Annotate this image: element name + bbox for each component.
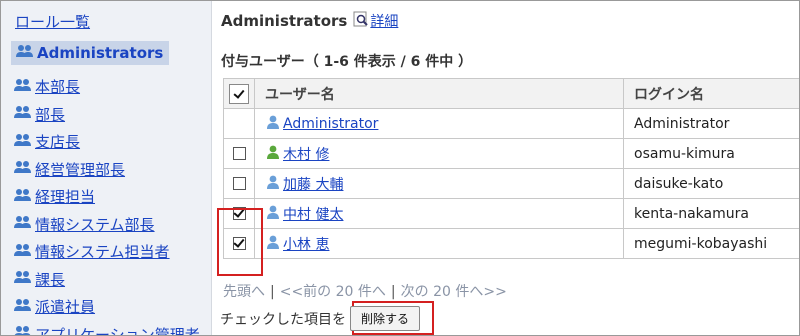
user-name-cell: Administrator: [254, 108, 624, 139]
pager-prev[interactable]: <<前の 20 件へ: [280, 284, 386, 300]
login-name-cell: daisuke-kato: [623, 168, 799, 199]
page-title: Administrators: [221, 12, 348, 30]
sidebar-item-label: アプリケーション管理者: [35, 325, 200, 336]
user-link[interactable]: 木村 修: [265, 144, 623, 164]
sidebar-item-label: 情報システム部長: [35, 215, 155, 234]
bulk-action-label: チェックした項目を: [220, 311, 346, 328]
user-icon: [265, 174, 281, 194]
user-name-cell: 木村 修: [254, 138, 624, 169]
sidebar-item-label: 情報システム担当者: [35, 243, 170, 262]
login-name-cell: megumi-kobayashi: [623, 228, 799, 259]
sidebar-item-label: 課長: [35, 270, 66, 289]
sidebar-item-label: 経理担当: [35, 188, 96, 207]
column-user-name: ユーザー名: [254, 78, 624, 109]
select-all-checkbox[interactable]: [229, 83, 249, 104]
check-icon: [234, 88, 244, 99]
login-name-cell: osamu-kimura: [623, 138, 799, 169]
sidebar-item[interactable]: 派遣社員: [13, 293, 200, 321]
user-name: 加藤 大輔: [283, 176, 344, 193]
sidebar-item[interactable]: 情報システム部長: [13, 211, 200, 239]
sidebar-item[interactable]: 部長: [13, 101, 200, 129]
assigned-users-heading: 付与ユーザー（ 1-6 件表示 / 6 件中 ）: [221, 54, 473, 70]
sidebar-selected-label: Administrators: [37, 44, 164, 62]
detail-link[interactable]: 詳細: [353, 11, 398, 31]
login-name-cell: kenta-nakamura: [623, 198, 799, 229]
role-icon: [13, 187, 33, 207]
checkbox-cell: [223, 108, 255, 139]
role-icon: [13, 104, 33, 124]
sidebar-item[interactable]: 経営管理部長: [13, 156, 200, 184]
sidebar-item-administrators[interactable]: Administrators: [11, 41, 170, 65]
row-checkbox[interactable]: [232, 177, 246, 190]
user-icon: [265, 114, 281, 134]
pager: 先頭へ | <<前の 20 件へ | 次の 20 件へ>>: [223, 281, 507, 301]
role-icon: [13, 132, 33, 152]
user-link[interactable]: 小林 恵: [265, 234, 623, 254]
role-icon: [13, 214, 33, 234]
detail-link-label: 詳細: [370, 14, 399, 30]
magnifier-icon: [353, 11, 369, 31]
role-icon: [13, 269, 33, 289]
role-icon: [13, 77, 33, 97]
sidebar-item[interactable]: アプリケーション管理者: [13, 321, 200, 336]
sidebar-item[interactable]: 課長: [13, 266, 200, 294]
pager-separator: |: [390, 284, 396, 300]
sidebar-item-label: 派遣社員: [35, 298, 96, 317]
role-sidebar: ロール一覧 Administrators 本部長部長支店長経営管理部長 経理担当情…: [1, 1, 212, 336]
sidebar-item[interactable]: 支店長: [13, 128, 200, 156]
title-row: Administrators 詳細: [221, 11, 398, 31]
role-icon: [13, 324, 33, 335]
table-row: 木村 修 osamu-kimura: [223, 138, 799, 169]
sidebar-item-label: 経営管理部長: [35, 160, 126, 179]
user-name-cell: 小林 恵: [254, 228, 624, 259]
role-icon: [13, 159, 33, 179]
user-icon: [265, 204, 281, 224]
user-icon: [265, 144, 281, 164]
table-row: 小林 恵 megumi-kobayashi: [223, 228, 799, 259]
role-icon: [15, 43, 35, 63]
user-name: 小林 恵: [283, 236, 330, 253]
pager-next[interactable]: 次の 20 件へ>>: [401, 284, 507, 300]
user-link[interactable]: 中村 健太: [265, 204, 623, 224]
user-link[interactable]: Administrator: [265, 114, 623, 134]
login-name-cell: Administrator: [623, 108, 799, 139]
sidebar-item[interactable]: 本部長: [13, 73, 200, 101]
sidebar-item-label: 本部長: [35, 78, 81, 97]
user-name: 木村 修: [283, 146, 330, 163]
user-icon: [265, 234, 281, 254]
user-name-cell: 加藤 大輔: [254, 168, 624, 199]
delete-button[interactable]: 削除する: [350, 306, 421, 331]
pager-separator: |: [270, 284, 275, 300]
table-row: 加藤 大輔 daisuke-kato: [223, 168, 799, 199]
main-panel: Administrators 詳細 付与ユーザー（ 1-6 件表示 / 6 件中…: [212, 1, 799, 335]
role-icon: [13, 297, 33, 317]
row-checkbox[interactable]: [232, 147, 246, 160]
user-name: 中村 健太: [283, 206, 344, 223]
table-row: Administrator Administrator: [223, 108, 799, 139]
column-login-name: ログイン名: [623, 78, 799, 109]
sidebar-item[interactable]: 経理担当: [13, 183, 200, 211]
sidebar-item[interactable]: 情報システム担当者: [13, 238, 200, 266]
window-frame: ロール一覧 Administrators 本部長部長支店長経営管理部長 経理担当情…: [0, 0, 800, 336]
pager-first[interactable]: 先頭へ: [223, 284, 265, 300]
user-name: Administrator: [283, 115, 379, 132]
checkbox-cell: [223, 138, 255, 169]
user-link[interactable]: 加藤 大輔: [265, 174, 623, 194]
sidebar-item-label: 支店長: [35, 133, 81, 152]
checkbox-highlight: [217, 208, 263, 276]
role-list-link[interactable]: ロール一覧: [15, 11, 90, 32]
table-header-row: ユーザー名 ログイン名: [223, 78, 799, 109]
users-table: ユーザー名 ログイン名 Administrator Administrator 木村…: [223, 78, 799, 259]
sidebar-item-label: 部長: [35, 105, 66, 124]
user-name-cell: 中村 健太: [254, 198, 624, 229]
checkbox-cell: [223, 168, 255, 199]
bulk-action-row: チェックした項目を 削除する: [220, 306, 421, 331]
table-row: 中村 健太 kenta-nakamura: [223, 198, 799, 229]
role-icon: [13, 242, 33, 262]
header-checkbox-cell: [223, 78, 255, 109]
role-list: 本部長部長支店長経営管理部長 経理担当情報システム部長 情報システム担当者 課長派遣社…: [13, 73, 200, 336]
